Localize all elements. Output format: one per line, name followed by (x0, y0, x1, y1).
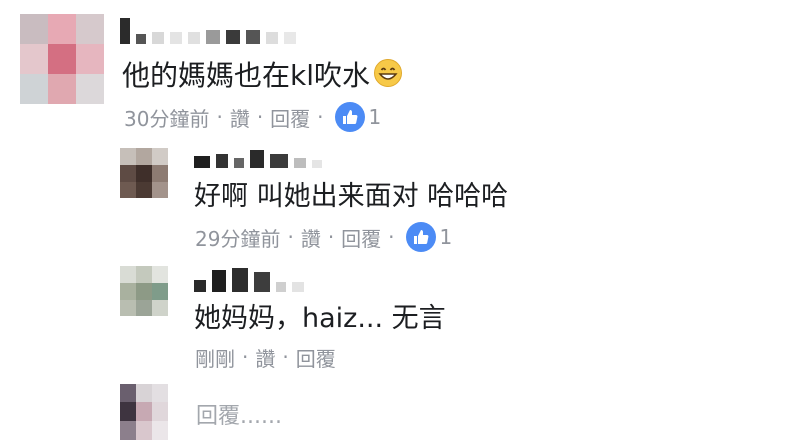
comment-time[interactable]: 30分鐘前 (124, 103, 209, 132)
separator-dot: · (242, 345, 249, 369)
separator-dot: · (327, 225, 335, 249)
grinning-face-emoji (373, 58, 403, 96)
avatar[interactable] (120, 266, 168, 316)
separator-dot: · (388, 225, 395, 249)
separator-dot: · (287, 225, 294, 249)
commenter-name[interactable] (120, 14, 296, 44)
comment-text: 她妈妈，haiz... 无言 (194, 303, 446, 334)
reply-link[interactable]: 回覆 (296, 343, 336, 372)
like-link[interactable]: 讚 (301, 223, 321, 252)
like-count[interactable]: 1 (440, 225, 453, 249)
like-link[interactable]: 讚 (230, 103, 250, 132)
separator-dot: · (317, 105, 324, 129)
comment-time[interactable]: 剛剛 (195, 343, 235, 372)
comment-meta: 剛剛 · 讚 · 回覆 (195, 342, 336, 372)
avatar (120, 384, 168, 440)
comment-text-content: 他的媽媽也在kl吹水 (122, 59, 370, 92)
comment-text: 他的媽媽也在kl吹水 (122, 58, 403, 96)
reply-input[interactable]: 回覆...... (196, 398, 282, 430)
avatar[interactable] (20, 14, 104, 104)
reply-link[interactable]: 回覆 (270, 103, 310, 132)
like-count[interactable]: 1 (369, 105, 382, 129)
comment-meta: 30分鐘前 · 讚 · 回覆 · 1 (124, 102, 381, 132)
separator-dot: · (282, 345, 289, 369)
comment-text: 好啊 叫她出来面对 哈哈哈 (194, 181, 509, 212)
thumbs-up-icon[interactable] (334, 102, 365, 132)
reply-link[interactable]: 回覆 (341, 223, 381, 252)
separator-dot: · (256, 105, 264, 129)
like-link[interactable]: 讚 (255, 343, 275, 372)
avatar[interactable] (120, 148, 168, 198)
comment-meta: 29分鐘前 · 讚 · 回覆 · 1 (195, 222, 452, 252)
commenter-name[interactable] (194, 266, 304, 292)
commenter-name[interactable] (194, 146, 322, 168)
comment-time[interactable]: 29分鐘前 (195, 223, 280, 252)
thumbs-up-icon[interactable] (405, 222, 436, 252)
separator-dot: · (216, 105, 223, 129)
